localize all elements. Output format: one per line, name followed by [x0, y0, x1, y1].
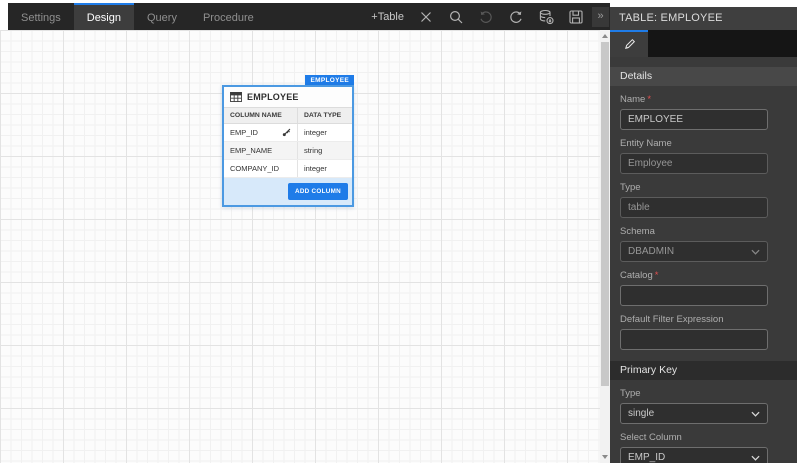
entity-card: EMPLOYEE COLUMN NAME DATA TYPE EMP_ID in: [222, 85, 354, 207]
default-filter-label: Default Filter Expression: [620, 314, 724, 325]
section-primary-key: Primary Key: [610, 361, 797, 380]
table-row[interactable]: EMP_NAME string: [224, 142, 352, 160]
column-name-header: COLUMN NAME: [230, 112, 282, 119]
column-type: string: [296, 142, 352, 159]
scroll-down-icon[interactable]: [602, 455, 608, 459]
field-pk-type: Type single: [620, 388, 797, 424]
undo-icon[interactable]: [478, 9, 494, 25]
column-name: COMPANY_ID: [230, 164, 280, 173]
save-icon[interactable]: [568, 9, 584, 25]
entity-table-employee[interactable]: EMPLOYEE EMPLOYEE COLUMN NAME DATA TYPE: [222, 75, 354, 207]
pk-type-select[interactable]: single: [620, 403, 768, 424]
tab-design[interactable]: Design: [73, 3, 134, 30]
default-filter-input[interactable]: [620, 329, 768, 350]
pk-type-value: single: [628, 408, 655, 419]
table-row[interactable]: COMPANY_ID integer: [224, 160, 352, 178]
pk-column-select[interactable]: EMP_ID: [620, 447, 768, 463]
column-name: EMP_NAME: [230, 146, 273, 155]
entity-name-input[interactable]: [620, 153, 768, 174]
properties-panel: Details Name* Entity Name Type Schema DB…: [610, 30, 797, 463]
entity-name-label: Entity Name: [620, 138, 672, 149]
schema-select[interactable]: DBADMIN: [620, 241, 768, 262]
column-type: integer: [296, 124, 352, 141]
tab-edit[interactable]: [610, 30, 648, 57]
key-icon: [282, 128, 291, 137]
chevron-down-icon: [751, 455, 760, 461]
edit-pencil-icon: [623, 38, 636, 51]
database-export-icon[interactable]: [538, 9, 554, 25]
add-table-button[interactable]: +Table: [371, 11, 404, 23]
required-marker: *: [647, 94, 652, 105]
entity-column-headers: COLUMN NAME DATA TYPE: [224, 107, 352, 124]
pk-column-value: EMP_ID: [628, 452, 666, 463]
chevron-down-icon: [751, 411, 760, 417]
entity-title: EMPLOYEE: [247, 92, 299, 102]
field-schema: Schema DBADMIN: [620, 226, 797, 262]
add-column-button[interactable]: ADD COLUMN: [287, 183, 348, 200]
scrollbar-thumb[interactable]: [601, 42, 609, 386]
field-catalog: Catalog *: [620, 270, 797, 306]
catalog-input[interactable]: [620, 285, 768, 306]
column-type: integer: [296, 160, 352, 177]
schema-label: Schema: [620, 226, 655, 237]
redo-icon[interactable]: [508, 9, 524, 25]
schema-value: DBADMIN: [628, 246, 675, 257]
field-pk-column: Select Column EMP_ID: [620, 432, 797, 463]
pk-type-label: Type: [620, 388, 641, 399]
field-name: Name *: [620, 94, 797, 130]
data-type-header: DATA TYPE: [296, 108, 352, 123]
panel-tabstrip: [610, 30, 797, 57]
design-canvas[interactable]: EMPLOYEE EMPLOYEE COLUMN NAME DATA TYPE: [0, 30, 600, 463]
close-icon[interactable]: [418, 9, 434, 25]
entity-footer: ADD COLUMN: [224, 178, 352, 205]
scroll-up-icon[interactable]: [602, 34, 608, 38]
name-input[interactable]: [620, 109, 768, 130]
type-label: Type: [620, 182, 641, 193]
field-type: Type: [620, 182, 797, 218]
field-entity-name: Entity Name: [620, 138, 797, 174]
entity-badge: EMPLOYEE: [305, 75, 354, 85]
chevron-down-icon: [751, 249, 760, 255]
catalog-label: Catalog: [620, 270, 653, 281]
toolbar-actions: +Table: [371, 3, 610, 30]
table-row[interactable]: EMP_ID integer: [224, 124, 352, 142]
section-details: Details: [610, 67, 797, 86]
top-toolbar: Settings Design Query Procedure +Table: [8, 3, 610, 30]
table-grid-icon: [230, 92, 242, 102]
tab-settings[interactable]: Settings: [8, 3, 74, 30]
tab-procedure[interactable]: Procedure: [190, 3, 267, 30]
field-default-filter: Default Filter Expression: [620, 314, 797, 350]
pk-column-label: Select Column: [620, 432, 682, 443]
required-marker: *: [654, 270, 659, 281]
panel-title: TABLE: EMPLOYEE: [610, 7, 797, 30]
search-icon[interactable]: [448, 9, 464, 25]
entity-header[interactable]: EMPLOYEE: [224, 87, 352, 107]
vertical-scrollbar: [600, 30, 610, 463]
name-label: Name: [620, 94, 646, 105]
tab-query[interactable]: Query: [134, 3, 190, 30]
collapse-panel-icon[interactable]: »: [592, 7, 609, 27]
column-name: EMP_ID: [230, 128, 258, 137]
type-input[interactable]: [620, 197, 768, 218]
